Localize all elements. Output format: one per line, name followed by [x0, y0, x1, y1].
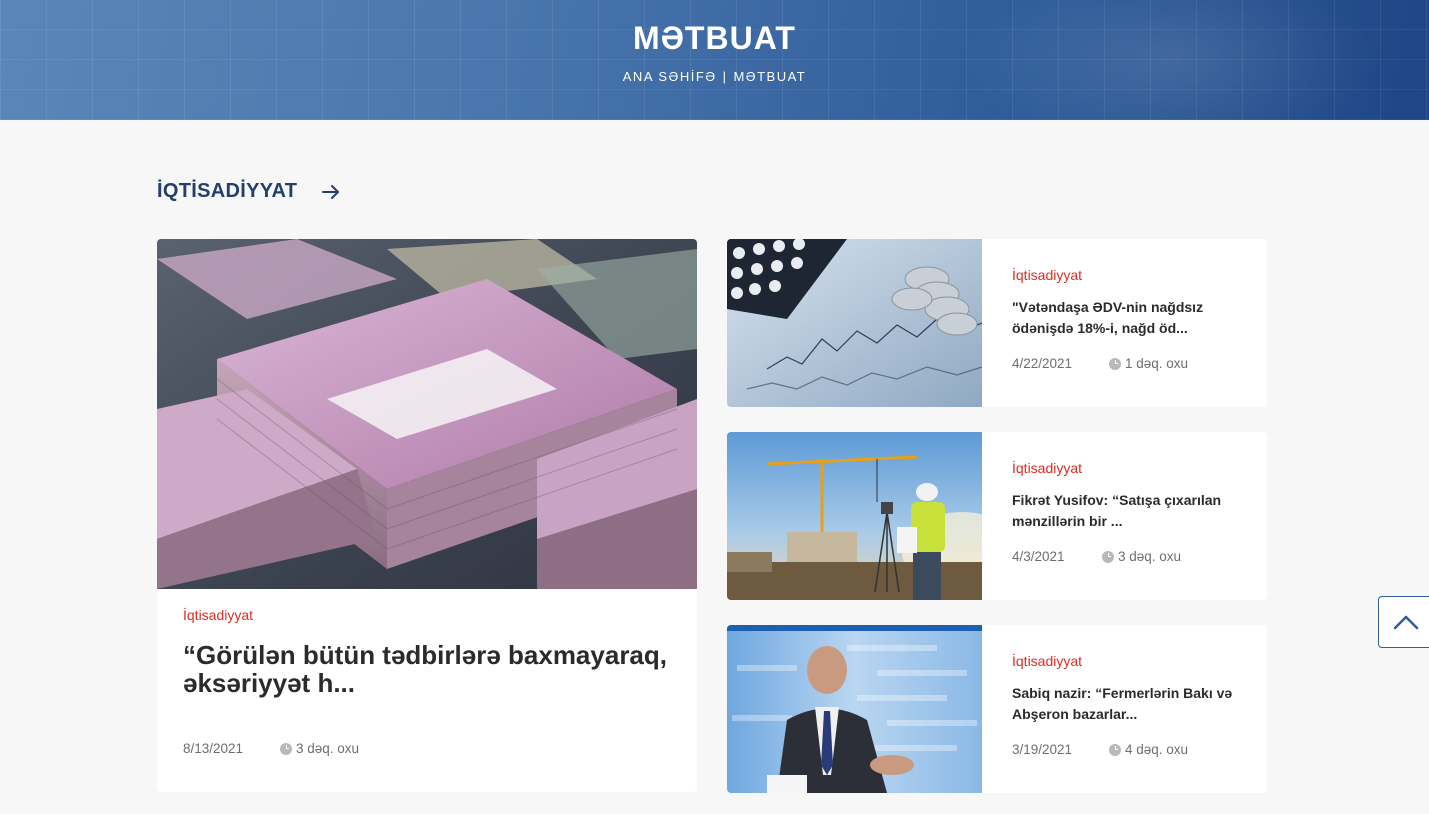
article-card[interactable]: İqtisadiyyat Fikrət Yusifov: “Satışa çıx…: [727, 432, 1267, 600]
article-date: 3/19/2021: [1012, 742, 1073, 757]
article-body: İqtisadiyyat Sabiq nazir: “Fermerlərin B…: [982, 625, 1267, 793]
article-read-time: 3 dəq. oxu: [280, 741, 359, 756]
breadcrumb-current: MƏTBUAT: [733, 69, 807, 84]
article-body: İqtisadiyyat Fikrət Yusifov: “Satışa çıx…: [982, 432, 1267, 600]
featured-article-card[interactable]: İqtisadiyyat “Görülən bütün tədbirlərə b…: [157, 239, 697, 792]
money-stacks-image[interactable]: [157, 239, 697, 589]
article-category-link[interactable]: İqtisadiyyat: [183, 607, 671, 623]
read-time-label: 4 dəq. oxu: [1125, 742, 1189, 757]
featured-article-body: İqtisadiyyat “Görülən bütün tədbirlərə b…: [157, 589, 697, 774]
calculator-coins-image[interactable]: [727, 239, 982, 407]
article-card[interactable]: İqtisadiyyat "Vətəndaşa ƏDV-nin nağdsız …: [727, 239, 1267, 407]
clock-icon: [1109, 357, 1121, 370]
article-title[interactable]: Sabiq nazir: “Fermerlərin Bakı və Abşero…: [1012, 683, 1252, 725]
article-meta: 4/22/2021 1 dəq. oxu: [1012, 356, 1252, 371]
breadcrumb: ANA SƏHİFƏ | MƏTBUAT: [0, 69, 1429, 84]
article-date: 8/13/2021: [183, 741, 244, 756]
article-body: İqtisadiyyat "Vətəndaşa ƏDV-nin nağdsız …: [982, 239, 1267, 407]
arrow-right-icon[interactable]: [321, 182, 341, 202]
read-time-label: 3 dəq. oxu: [296, 741, 360, 756]
article-category-link[interactable]: İqtisadiyyat: [1012, 267, 1252, 283]
clock-icon: [280, 742, 292, 755]
section-header[interactable]: İQTİSADİYYAT: [157, 180, 341, 203]
article-read-time: 4 dəq. oxu: [1109, 742, 1188, 757]
construction-crane-image[interactable]: [727, 432, 982, 600]
chevron-up-icon[interactable]: [1392, 613, 1420, 631]
article-category-link[interactable]: İqtisadiyyat: [1012, 653, 1252, 669]
article-date: 4/3/2021: [1012, 549, 1065, 564]
article-title[interactable]: Fikrət Yusifov: “Satışa çıxarılan mənzil…: [1012, 490, 1252, 532]
article-title[interactable]: "Vətəndaşa ƏDV-nin nağdsız ödənişdə 18%-…: [1012, 297, 1252, 339]
article-date: 4/22/2021: [1012, 356, 1073, 371]
clock-icon: [1109, 743, 1121, 756]
article-meta: 8/13/2021 3 dəq. oxu: [183, 741, 671, 756]
article-read-time: 1 dəq. oxu: [1109, 356, 1188, 371]
featured-article-title[interactable]: “Görülən bütün tədbirlərə baxmayaraq, ək…: [183, 641, 671, 697]
back-to-top-button[interactable]: [1378, 596, 1429, 648]
breadcrumb-separator: |: [722, 69, 728, 84]
section-title[interactable]: İQTİSADİYYAT: [157, 180, 297, 203]
read-time-label: 3 dəq. oxu: [1118, 549, 1182, 564]
read-time-label: 1 dəq. oxu: [1125, 356, 1189, 371]
breadcrumb-home-link[interactable]: ANA SƏHİFƏ: [623, 69, 717, 84]
article-card[interactable]: İqtisadiyyat Sabiq nazir: “Fermerlərin B…: [727, 625, 1267, 793]
page-banner: MƏTBUAT ANA SƏHİFƏ | MƏTBUAT: [0, 0, 1429, 120]
article-category-link[interactable]: İqtisadiyyat: [1012, 460, 1252, 476]
article-read-time: 3 dəq. oxu: [1102, 549, 1181, 564]
clock-icon: [1102, 550, 1114, 563]
studio-interview-image[interactable]: [727, 625, 982, 793]
article-meta: 3/19/2021 4 dəq. oxu: [1012, 742, 1252, 757]
page-title: MƏTBUAT: [633, 20, 796, 56]
article-meta: 4/3/2021 3 dəq. oxu: [1012, 549, 1252, 564]
